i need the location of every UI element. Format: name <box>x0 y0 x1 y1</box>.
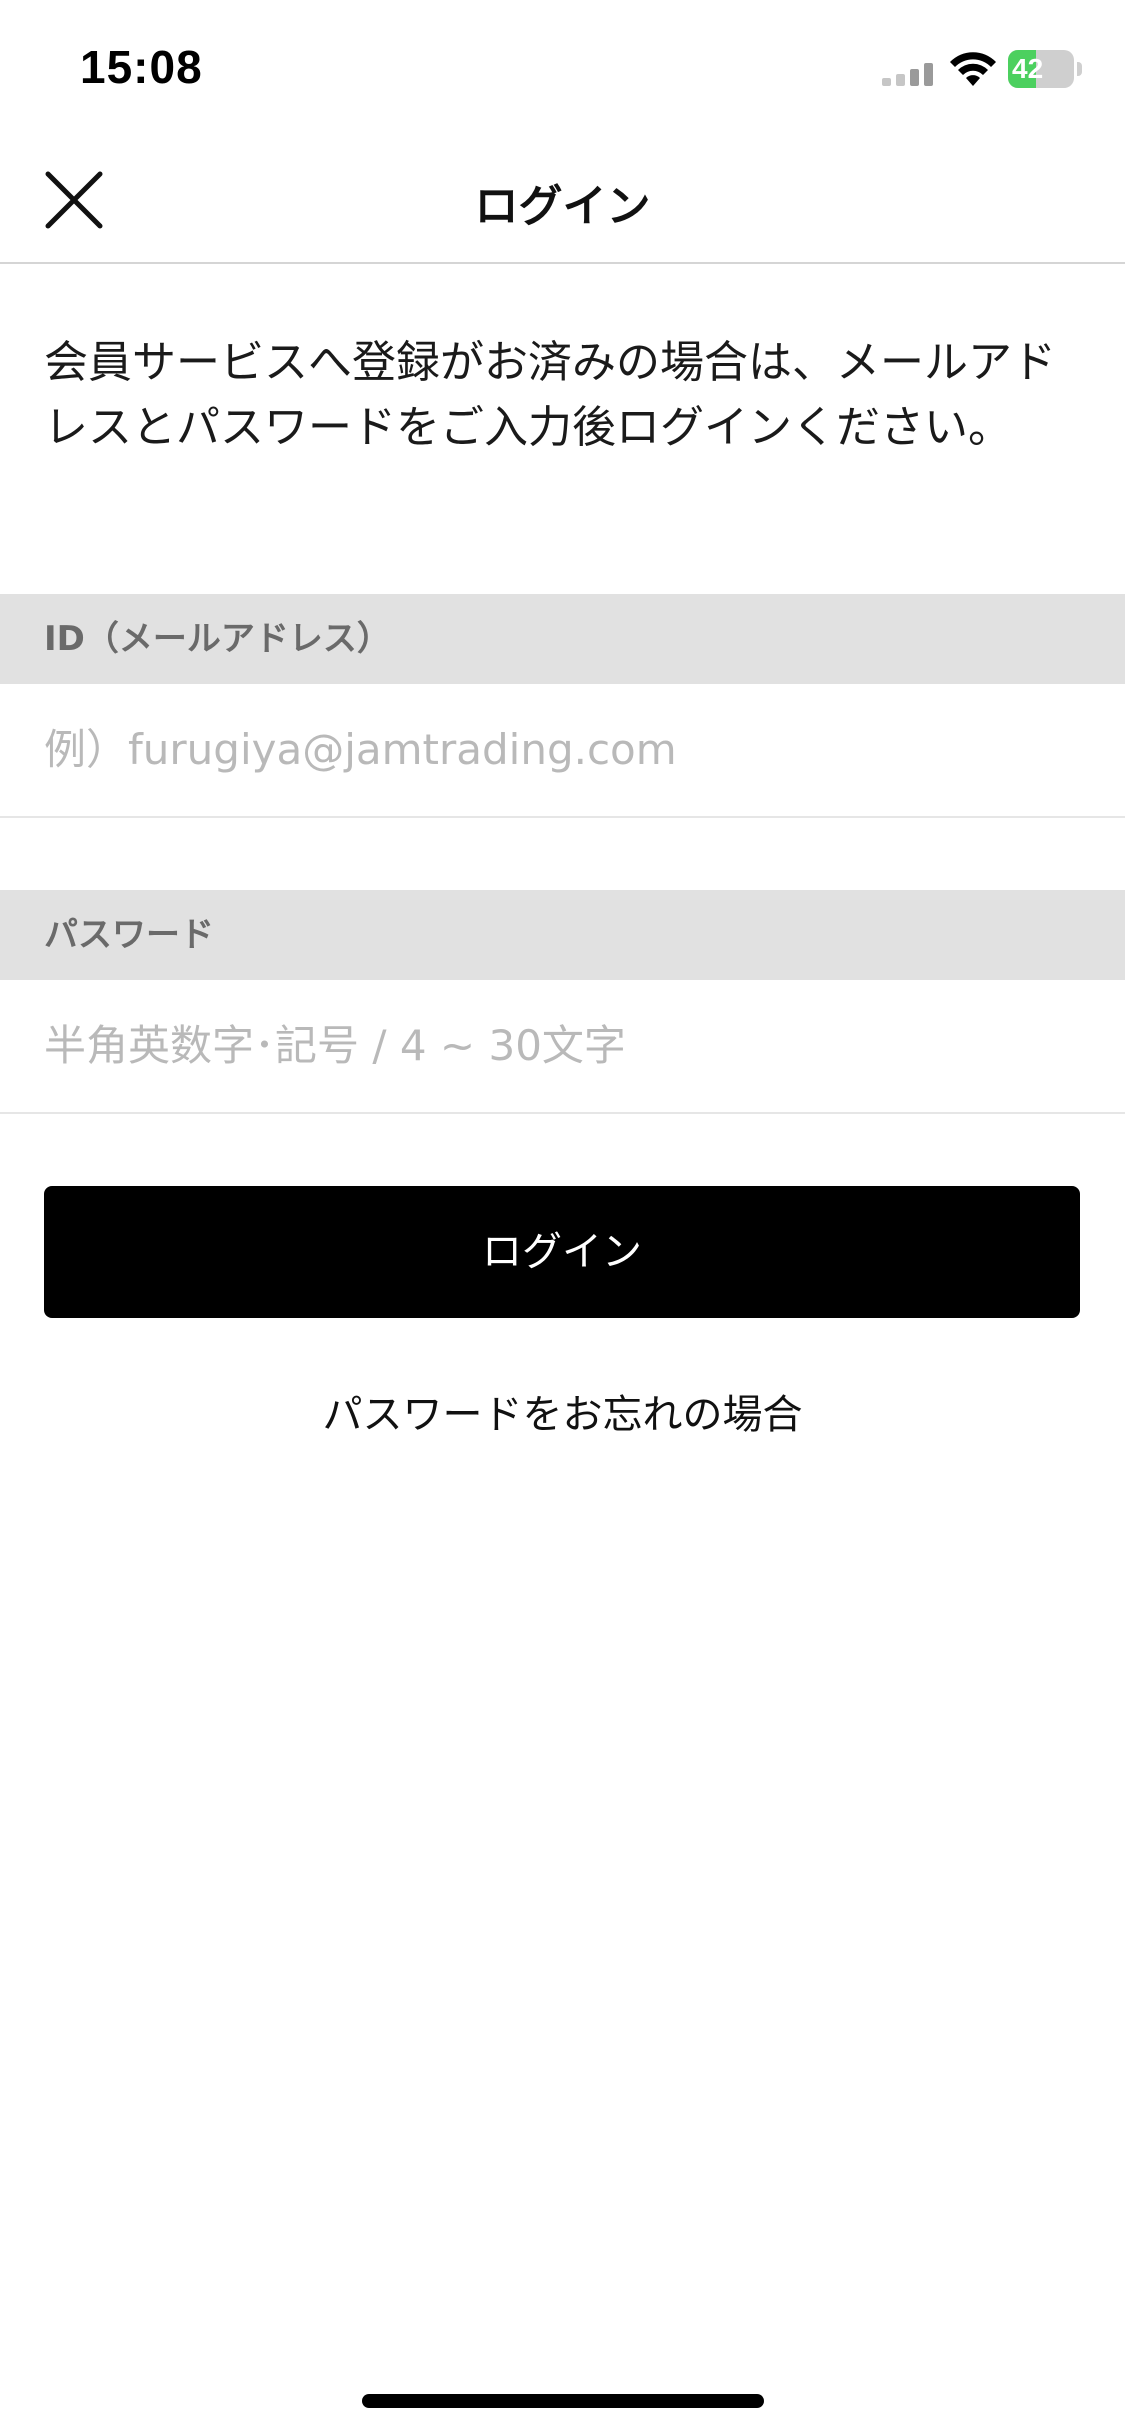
password-field-row <box>0 980 1125 1114</box>
nav-bar: ログイン <box>0 140 1125 264</box>
login-button[interactable]: ログイン <box>44 1186 1080 1318</box>
home-indicator[interactable] <box>362 2394 764 2408</box>
intro-text: 会員サービスへ登録がお済みの場合は、メールアドレスとパスワードをご入力後ログイン… <box>44 337 1056 453</box>
battery-level: 42 <box>1012 53 1044 84</box>
battery-charging-icon: 42 <box>1008 50 1084 88</box>
id-field-label: ID（メールアドレス） <box>0 594 1125 684</box>
status-time: 15:08 <box>80 41 203 93</box>
password-field[interactable] <box>44 980 1084 1110</box>
status-bar: 15:08 42 <box>0 0 1125 140</box>
wifi-icon <box>950 52 996 86</box>
battery-body: 42 <box>1008 50 1074 88</box>
password-field-label: パスワード <box>0 890 1125 980</box>
cellular-signal-icon <box>882 63 933 86</box>
email-field[interactable] <box>44 684 1084 814</box>
forgot-password-link[interactable]: パスワードをお忘れの場合 <box>0 1382 1125 1440</box>
battery-cap <box>1077 62 1082 76</box>
page-title: ログイン <box>474 181 651 232</box>
id-field-row <box>0 684 1125 818</box>
